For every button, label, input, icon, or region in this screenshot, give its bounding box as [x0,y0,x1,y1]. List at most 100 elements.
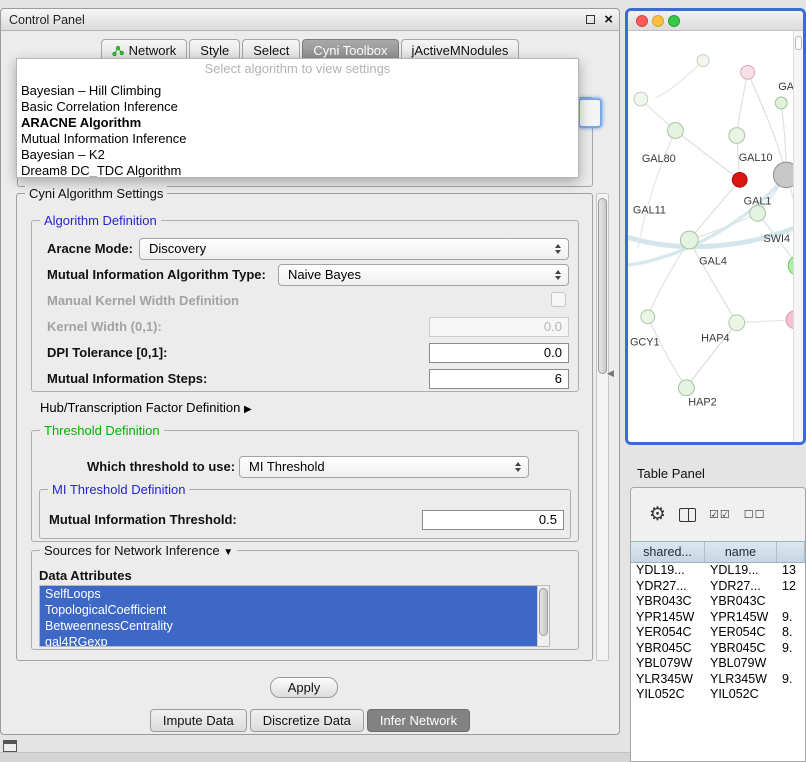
column-header-extra[interactable] [777,542,805,562]
node-faint-2[interactable] [697,55,709,67]
scrollbar-thumb[interactable] [539,588,548,636]
bottom-tab-discretize-data[interactable]: Discretize Data [250,709,364,732]
mac-close-button[interactable] [636,15,648,27]
columns-icon[interactable] [679,508,696,522]
dpi-tolerance-label: DPI Tolerance [0,1]: [47,345,167,360]
network-scrollbar-thumb[interactable] [795,36,802,50]
sources-title-label: Sources for Network Inference [44,543,220,558]
table-cell: YBR043C [705,594,777,610]
chevron-updown-icon [555,270,561,280]
attribute-list-scrollbar[interactable] [537,586,549,646]
mi-threshold-label: Mutual Information Threshold: [49,512,237,527]
mi-type-combo[interactable]: Naive Bayes [278,264,569,286]
node-hap4[interactable] [729,315,745,331]
settings-scrollbar-thumb[interactable] [598,198,607,374]
node-label-gal4: GAL4 [699,256,727,268]
node-mid[interactable] [729,128,745,144]
mac-minimize-button[interactable] [652,15,664,27]
tab-label: Network [129,43,177,58]
checked-boxes-icon[interactable]: ☑☑ [709,508,731,521]
dpi-tolerance-field[interactable]: 0.0 [429,343,569,363]
mi-threshold-field[interactable]: 0.5 [422,510,564,530]
table-row[interactable]: YIL052CYIL052C [631,687,805,703]
table-row[interactable]: YBL079WYBL079W [631,656,805,672]
unchecked-boxes-icon[interactable]: ☐☐ [744,508,766,521]
node-gcy1[interactable] [641,310,655,324]
cyni-settings-group: Cyni Algorithm Settings Algorithm Defini… [16,193,593,661]
control-panel-window: Control Panel × NetworkStyleSelectCyni T… [0,8,620,735]
node-label-hap4: HAP4 [701,332,729,344]
chevron-updown-icon [555,244,561,254]
table-row[interactable]: YDL19...YDL19...13 [631,563,805,579]
table-row[interactable]: YPR145WYPR145W9. [631,610,805,626]
algorithm-dropdown: Select algorithm to view settings Bayesi… [16,58,579,178]
manual-kernel-checkbox [551,292,566,307]
node-gal80[interactable] [668,123,684,139]
table-cell [777,594,805,610]
network-edge [689,240,736,323]
node-faint-1[interactable] [634,92,648,106]
attribute-item-gal4rgexp[interactable]: gal4RGexp [40,634,537,647]
table-cell: YER054C [705,625,777,641]
dropdown-item-mutual-information-inference[interactable]: Mutual Information Inference [17,131,578,147]
table-row[interactable]: YDR27...YDR27...12 [631,579,805,595]
dropdown-item-basic-correlation-inference[interactable]: Basic Correlation Inference [17,99,578,115]
table-row[interactable]: YBR045CYBR045C9. [631,641,805,657]
sources-group-title[interactable]: Sources for Network Inference ▼ [40,543,237,558]
table-cell: YDR27... [631,579,705,595]
node-label-swi4: SWI4 [763,233,790,245]
panel-resize-arrow[interactable]: ◀ [607,368,614,379]
dropdown-item-aracne-algorithm[interactable]: ARACNE Algorithm [17,115,578,131]
node-pink-top[interactable] [741,65,755,79]
table-cell: 12 [777,579,805,595]
float-window-icon[interactable] [586,15,595,24]
attribute-item-selfloops[interactable]: SelfLoops [40,586,537,602]
close-icon[interactable]: × [604,9,613,31]
apply-button[interactable]: Apply [270,677,338,698]
tab-label: Select [253,43,289,58]
table-body: YDL19...YDL19...13YDR27...YDR27...12YBR0… [631,563,805,761]
network-canvas[interactable]: GALGAL80GAL10GAL11GAL1SWI4GAL4GCY1HAP4YH… [628,31,803,442]
table-cell: YIL052C [705,687,777,703]
network-tab-icon [112,45,124,57]
mac-zoom-button[interactable] [668,15,680,27]
table-row[interactable]: YER054CYER054C8. [631,625,805,641]
settings-scrollbar[interactable] [596,193,609,661]
column-header-name[interactable]: name [705,542,777,562]
column-header-shared[interactable]: shared... [631,542,705,562]
attribute-item-topologicalcoefficient[interactable]: TopologicalCoefficient [40,602,537,618]
network-window-titlebar[interactable] [628,11,803,31]
manual-kernel-label: Manual Kernel Width Definition [47,293,239,308]
restore-window-icon[interactable] [3,740,17,752]
which-threshold-combo[interactable]: MI Threshold [239,456,529,478]
algorithm-dropdown-list: Bayesian – Hill ClimbingBasic Correlatio… [17,79,578,178]
algorithm-definition-title: Algorithm Definition [40,213,161,228]
dropdown-item-dream8-dc-tdc-algorithm[interactable]: Dream8 DC_TDC Algorithm [17,163,578,178]
attribute-item-betweennesscentrality[interactable]: BetweennessCentrality [40,618,537,634]
node-red[interactable] [732,172,747,187]
table-row[interactable]: YLR345WYLR345W9. [631,672,805,688]
node-gal1[interactable] [750,205,766,221]
mi-steps-field[interactable]: 6 [429,369,569,389]
control-panel-titlebar[interactable]: Control Panel × [1,9,619,31]
aracne-mode-combo[interactable]: Discovery [139,238,569,260]
hub-definition-toggle[interactable]: Hub/Transcription Factor Definition ▶ [40,400,252,415]
mi-threshold-title: MI Threshold Definition [48,482,189,497]
mi-type-value: Naive Bayes [288,265,361,285]
focused-control[interactable] [578,98,602,128]
dropdown-item-bayesian-hill-climbing[interactable]: Bayesian – Hill Climbing [17,83,578,99]
node-top-right[interactable] [775,97,787,109]
gear-icon[interactable]: ⚙ [649,505,666,524]
network-scrollbar[interactable] [793,31,803,442]
node-hap2[interactable] [678,380,694,396]
node-gal4[interactable] [680,231,698,249]
bottom-tab-impute-data[interactable]: Impute Data [150,709,247,732]
network-svg: GALGAL80GAL10GAL11GAL1SWI4GAL4GCY1HAP4YH… [628,31,803,442]
table-cell: YPR145W [705,610,777,626]
table-cell: YPR145W [631,610,705,626]
dropdown-item-bayesian-k2[interactable]: Bayesian – K2 [17,147,578,163]
settings-group-title: Cyni Algorithm Settings [25,186,167,201]
bottom-tab-infer-network[interactable]: Infer Network [367,709,470,732]
table-row[interactable]: YBR043CYBR043C [631,594,805,610]
desktop: Control Panel × NetworkStyleSelectCyni T… [0,0,806,762]
